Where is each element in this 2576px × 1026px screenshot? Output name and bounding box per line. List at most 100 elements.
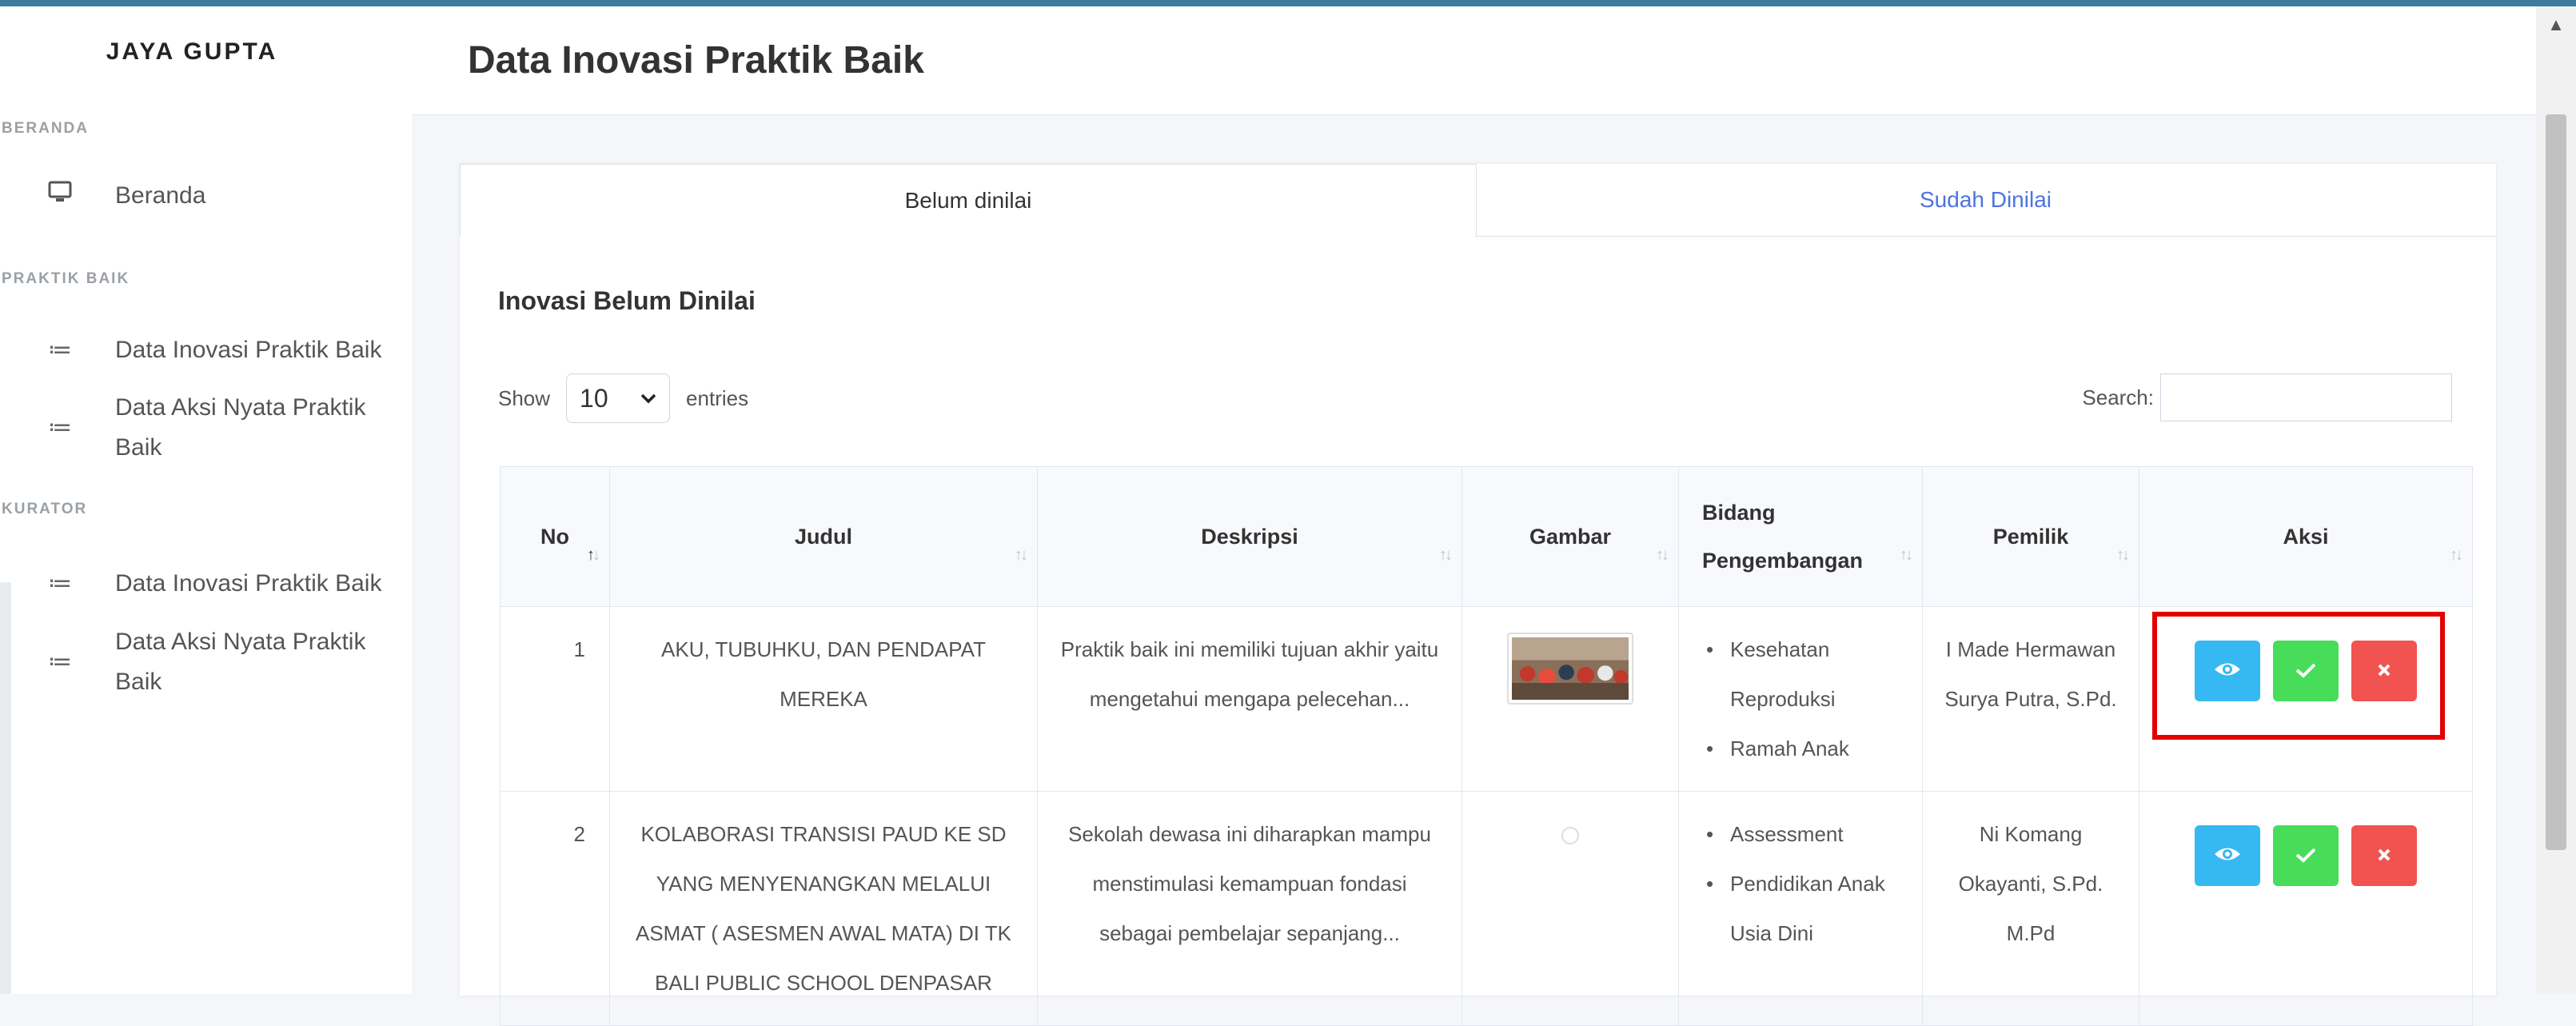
list-icon: ≔ [48,570,72,597]
list-item: Ramah Anak [1706,724,1906,773]
sort-icon: ↑↓ [1439,546,1453,564]
column-header-deskripsi[interactable]: Deskripsi ↑↓ [1037,466,1462,607]
column-header-label: Judul [795,524,852,549]
cell-no: 1 [500,606,610,792]
list-item: Assessment [1706,809,1906,859]
scroll-up-arrow-icon[interactable]: ▲ [2536,14,2576,35]
reject-button[interactable] [2351,825,2417,886]
table-row: 1 AKU, TUBUHKU, DAN PENDAPAT MEREKA Prak… [500,606,2473,792]
sidebar-item-label: Data Aksi Nyata Praktik Baik [115,629,366,695]
column-header-label-line1: Bidang [1702,501,1776,525]
show-label: Show [498,385,551,410]
page-header: Data Inovasi Praktik Baik [412,6,2536,115]
column-header-no[interactable]: No ↑↓ [500,466,610,607]
inovasi-table: No ↑↓ Judul ↑↓ Deskripsi ↑↓ Gambar ↑↓ Bi… [500,466,2473,1026]
cell-gambar [1461,791,1679,1026]
page-title: Data Inovasi Praktik Baik [468,39,924,82]
column-header-bidang[interactable]: Bidang Pengembangan ↑↓ [1678,466,1923,607]
sidebar-item-data-inovasi[interactable]: ≔ Data Inovasi Praktik Baik [48,330,419,370]
entries-select[interactable]: 10 [566,373,671,423]
check-icon [2295,831,2316,880]
tab-belum-dinilai[interactable]: Belum dinilai [460,164,1477,237]
column-header-gambar[interactable]: Gambar ↑↓ [1461,466,1679,607]
sort-icon: ↑↓ [1900,546,1913,564]
sidebar-item-beranda[interactable]: Beranda [48,176,419,216]
cell-aksi [2139,791,2473,1026]
column-header-label: No [540,524,569,549]
cell-deskripsi: Sekolah dewasa ini diharapkan mampu mens… [1037,791,1462,1026]
view-button[interactable] [2195,641,2260,701]
eye-icon [2214,646,2241,696]
tab-sudah-dinilai[interactable]: Sudah Dinilai [1475,164,2496,237]
entries-label: entries [686,385,749,410]
sidebar-item-kurator-data-inovasi[interactable]: ≔ Data Inovasi Praktik Baik [48,564,419,604]
vertical-scrollbar[interactable]: ▲ [2536,6,2576,994]
content-card: Belum dinilai Sudah Dinilai Inovasi Belu… [460,164,2496,1026]
cell-pemilik: I Made Hermawan Surya Putra, S.Pd. [1922,606,2139,792]
search-label: Search: [2082,385,2154,409]
section-label-kurator: KURATOR [2,501,88,517]
sort-asc-icon: ↑↓ [587,546,600,564]
cell-pemilik: Ni Komang Okayanti, S.Pd. M.Pd [1922,791,2139,1026]
cell-bidang: Assessment Pendidikan Anak Usia Dini [1678,791,1923,1026]
cell-aksi [2139,606,2473,792]
column-header-pemilik[interactable]: Pemilik ↑↓ [1922,466,2139,607]
cell-judul: AKU, TUBUHKU, DAN PENDAPAT MEREKA [609,606,1038,792]
sidebar-item-label: Data Inovasi Praktik Baik [115,570,382,597]
approve-button[interactable] [2273,641,2339,701]
column-header-label: Deskripsi [1201,524,1298,549]
sort-icon: ↑↓ [2450,546,2463,564]
close-icon [2376,831,2392,880]
column-header-label: Gambar [1529,524,1612,549]
list-item: Pendidikan Anak Usia Dini [1706,859,1906,958]
action-buttons [2155,825,2456,886]
search-input[interactable] [2160,373,2452,421]
sort-icon: ↑↓ [2116,546,2130,564]
list-icon: ≔ [48,414,72,441]
sort-icon: ↑↓ [1656,546,1669,564]
sidebar-item-kurator-data-aksi-nyata[interactable]: ≔ Data Aksi Nyata Praktik Baik [48,622,419,702]
tab-bar: Belum dinilai Sudah Dinilai [460,164,2496,237]
sidebar-item-label: Data Aksi Nyata Praktik Baik [115,394,366,461]
sidebar-item-label: Data Inovasi Praktik Baik [115,337,382,363]
column-header-label: Aksi [2283,524,2329,549]
column-header-judul[interactable]: Judul ↑↓ [609,466,1038,607]
cell-judul: KOLABORASI TRANSISI PAUD KE SD YANG MENY… [609,791,1038,1026]
action-buttons [2155,641,2456,701]
bidang-list: Kesehatan Reproduksi Ramah Anak [1695,625,1906,773]
cell-bidang: Kesehatan Reproduksi Ramah Anak [1678,606,1923,792]
view-button[interactable] [2195,825,2260,886]
section-label-beranda: BERANDA [2,120,89,137]
column-header-aksi[interactable]: Aksi ↑↓ [2139,466,2473,607]
chevron-down-icon [640,388,656,409]
cell-gambar [1461,606,1679,792]
table-row: 2 KOLABORASI TRANSISI PAUD KE SD YANG ME… [500,791,2473,1026]
close-icon [2376,646,2392,696]
entries-value: 10 [580,383,608,413]
top-accent-bar [0,0,2576,6]
reject-button[interactable] [2351,641,2417,701]
scrollbar-thumb[interactable] [2546,114,2566,850]
eye-icon [2214,831,2241,880]
card-title: Inovasi Belum Dinilai [498,286,756,315]
brand-name: JAYA GUPTA [106,38,278,65]
desktop-icon [48,176,115,216]
approve-button[interactable] [2273,825,2339,886]
image-placeholder-icon [1561,827,1579,844]
table-header-row: No ↑↓ Judul ↑↓ Deskripsi ↑↓ Gambar ↑↓ Bi… [500,466,2473,607]
column-header-label-line2: Pengembangan [1702,549,1864,573]
sidebar-shade [0,582,11,994]
section-label-praktik-baik: PRAKTIK BAIK [2,270,130,287]
sidebar: JAYA GUPTA BERANDA Beranda PRAKTIK BAIK … [0,6,412,994]
column-header-label: Pemilik [1992,524,2069,549]
cell-no: 2 [500,791,610,1026]
cell-deskripsi: Praktik baik ini memiliki tujuan akhir y… [1037,606,1462,792]
list-item: Kesehatan Reproduksi [1706,625,1906,724]
thumbnail-image[interactable] [1507,633,1633,705]
sidebar-item-data-aksi-nyata[interactable]: ≔ Data Aksi Nyata Praktik Baik [48,388,419,468]
list-icon: ≔ [48,649,72,675]
thumbnail-photo [1512,637,1629,700]
sort-icon: ↑↓ [1015,546,1028,564]
check-icon [2295,646,2316,696]
bidang-list: Assessment Pendidikan Anak Usia Dini [1695,809,1906,958]
